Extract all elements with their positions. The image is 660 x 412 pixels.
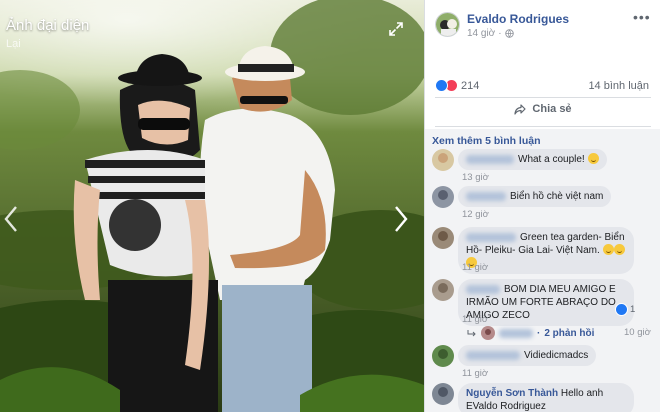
comment-text: What a couple! <box>518 154 585 165</box>
author-name[interactable]: Evaldo Rodrigues <box>467 12 569 26</box>
commenter-name[interactable] <box>466 350 520 360</box>
reaction-stats: 214 14 bình luận <box>425 77 660 95</box>
divider <box>435 126 651 127</box>
grin-emoji-icon <box>587 153 599 164</box>
like-icon <box>615 303 628 316</box>
like-icon <box>435 79 448 92</box>
commenter-name[interactable] <box>466 284 500 294</box>
commenter-name[interactable]: Nguyễn Sơn Thành <box>466 388 558 399</box>
comment-bubble: Biển hồ chè việt nam <box>458 186 612 207</box>
globe-icon <box>504 29 514 38</box>
comment-bubble: Vidiedicmadcs <box>458 345 597 366</box>
comment-time[interactable]: 11 giờ <box>462 314 488 325</box>
chevron-left-icon[interactable] <box>2 204 20 234</box>
smile-emoji-icon <box>602 244 614 255</box>
smile-emoji-icon <box>613 244 625 255</box>
comment-count[interactable]: 14 bình luận <box>588 80 649 92</box>
share-button[interactable]: Chia sẻ <box>425 103 660 123</box>
comment-reaction-count[interactable]: 1 <box>630 304 635 315</box>
divider <box>435 97 651 98</box>
comment-bubble: What a couple! <box>458 149 607 170</box>
comment-time[interactable]: 13 giờ <box>462 172 489 183</box>
commenter-name[interactable] <box>466 154 514 164</box>
commenter-avatar[interactable] <box>432 186 454 208</box>
album-title[interactable]: Ảnh đại diện <box>6 17 89 34</box>
more-options-icon[interactable]: ••• <box>633 9 651 25</box>
comment-bubble: Nguyễn Sơn Thành Hello anh EValdo Rodrig… <box>458 383 634 412</box>
chevron-right-icon[interactable] <box>392 204 410 234</box>
view-replies-link[interactable]: · 2 phản hồi <box>467 326 594 340</box>
comment-time[interactable]: 11 giờ <box>462 368 488 379</box>
commenter-name[interactable] <box>466 232 516 242</box>
commenter-avatar[interactable] <box>432 149 454 171</box>
expand-icon[interactable] <box>388 21 404 37</box>
commenter-avatar[interactable] <box>432 227 454 249</box>
post-header: Evaldo Rodrigues 14 giờ · ••• <box>425 0 660 60</box>
comments-section: Xem thêm 5 bình luận What a couple! 13 g… <box>425 129 660 412</box>
photo-pane[interactable]: Ảnh đại diện Lại <box>0 0 424 412</box>
view-more-comments-link[interactable]: Xem thêm 5 bình luận <box>432 135 541 147</box>
reply-arrow-icon <box>467 330 476 337</box>
comment-text: Vidiedicmadcs <box>524 350 589 361</box>
replies-time: 10 giờ <box>624 327 651 338</box>
replier-avatar <box>481 326 495 340</box>
post-side-panel: Evaldo Rodrigues 14 giờ · ••• 214 14 bìn… <box>424 0 660 412</box>
replier-name <box>499 328 533 338</box>
comment-text: Biển hồ chè việt nam <box>510 191 604 202</box>
album-subtitle: Lại <box>6 38 21 50</box>
comment-time[interactable]: 12 giờ <box>462 209 489 220</box>
author-avatar[interactable] <box>435 12 460 37</box>
commenter-avatar[interactable] <box>432 345 454 367</box>
reaction-count[interactable]: 214 <box>461 80 479 92</box>
photo-viewer: Ảnh đại diện Lại Evaldo Rodrigues 14 giờ… <box>0 0 660 412</box>
commenter-name[interactable] <box>466 191 506 201</box>
commenter-avatar[interactable] <box>432 383 454 405</box>
post-time[interactable]: 14 giờ <box>467 28 495 39</box>
reaction-icons[interactable] <box>435 79 458 92</box>
commenter-avatar[interactable] <box>432 279 454 301</box>
post-photo <box>0 0 424 412</box>
replies-count: 2 phản hồi <box>544 327 595 339</box>
comment-time[interactable]: 11 giờ <box>462 262 488 273</box>
share-label: Chia sẻ <box>532 103 572 115</box>
post-meta: 14 giờ · <box>467 28 514 39</box>
share-icon <box>514 103 527 115</box>
